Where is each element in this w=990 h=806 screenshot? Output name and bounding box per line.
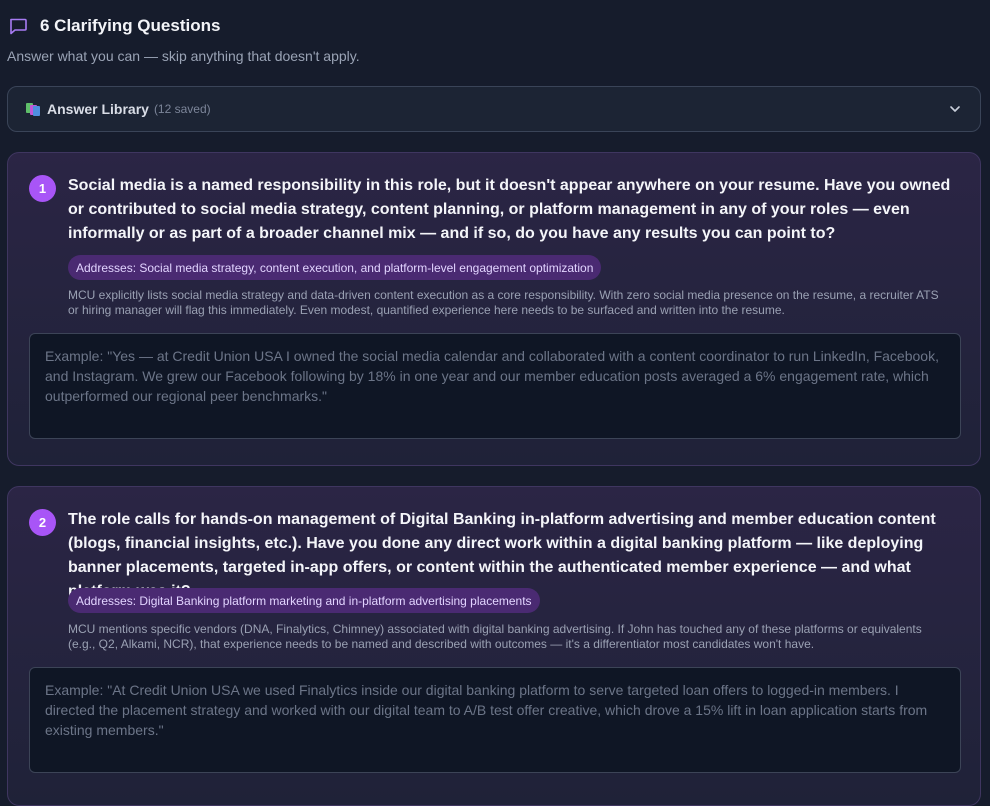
page-subtitle: Answer what you can — skip anything that… [7, 48, 360, 64]
addresses-tag: Addresses: Social media strategy, conten… [68, 255, 602, 280]
page-header: 6 Clarifying Questions [8, 16, 220, 36]
page-title: 6 Clarifying Questions [40, 16, 221, 35]
question-card: 2 The role calls for hands-on management… [7, 486, 981, 806]
question-rationale: MCU explicitly lists social media strate… [68, 288, 939, 317]
question-number-badge: 2 [29, 509, 56, 536]
question-rationale: MCU mentions specific vendors (DNA, Fina… [68, 622, 922, 651]
answer-library-label: Answer Library [47, 101, 149, 117]
answer-textarea[interactable] [29, 333, 961, 439]
answer-textarea[interactable] [29, 667, 961, 773]
question-number-badge: 1 [29, 175, 56, 202]
library-icon [26, 102, 40, 116]
chevron-down-icon[interactable] [948, 102, 962, 116]
answer-library-toggle[interactable]: Answer Library (12 saved) [7, 86, 981, 132]
answer-library-count: (12 saved) [153, 102, 211, 116]
question-card: 1 Social media is a named responsibility… [7, 152, 981, 466]
addresses-tag: Addresses: Digital Banking platform mark… [68, 588, 540, 613]
question-text: Social media is a named responsibility i… [68, 177, 951, 242]
chat-bubble-icon [10, 18, 27, 35]
